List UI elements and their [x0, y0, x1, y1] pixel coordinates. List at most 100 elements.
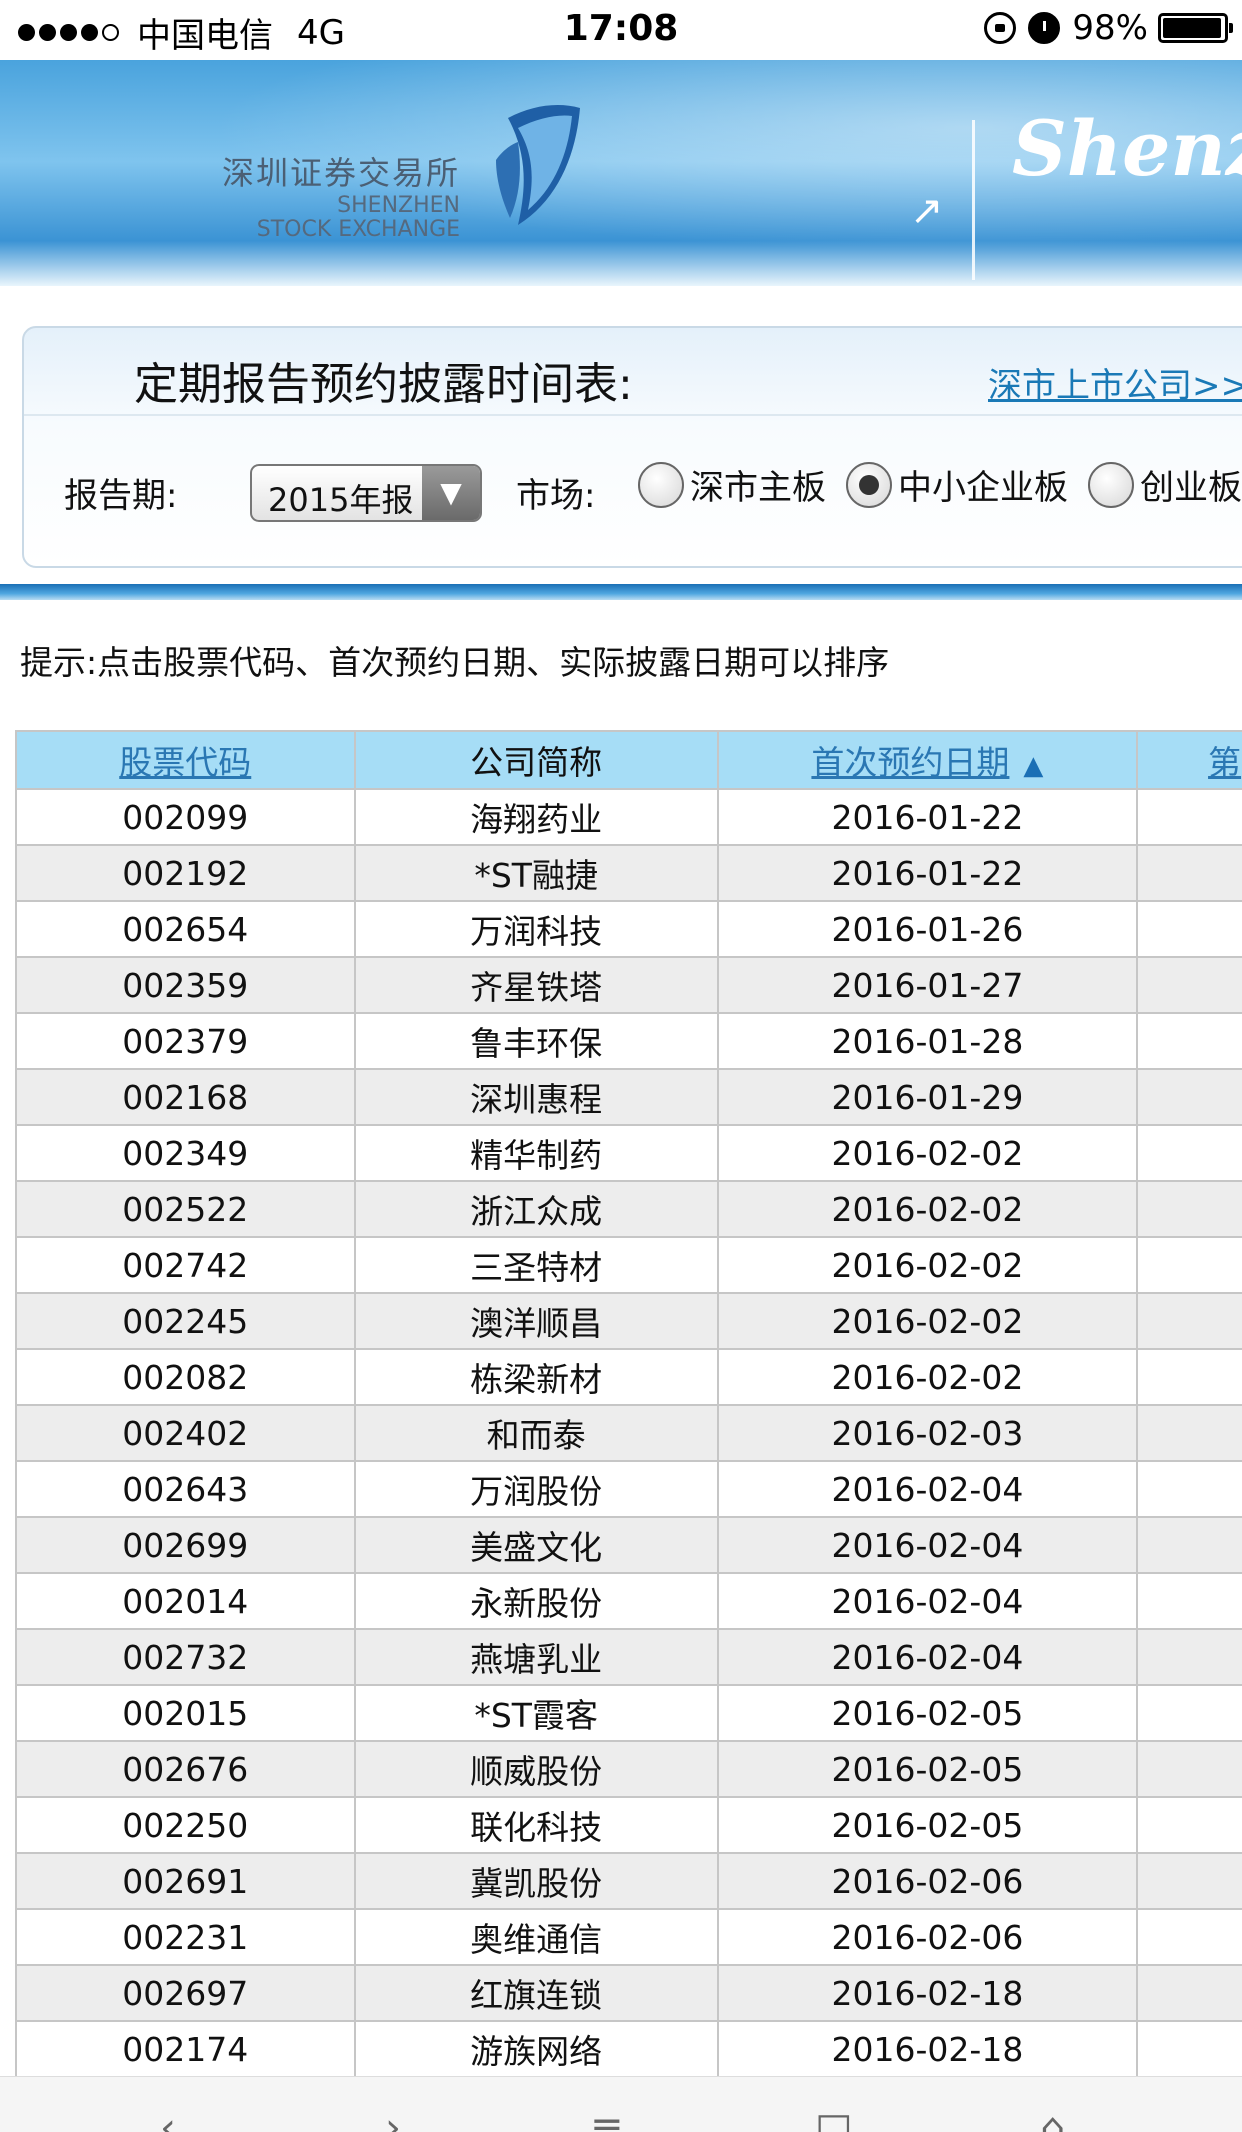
dropdown-arrow-icon[interactable]: ▼ — [422, 466, 480, 520]
listed-companies-link[interactable]: 深市上市公司>>> — [988, 358, 1242, 407]
menu-icon[interactable]: ≡ — [590, 2105, 624, 2132]
first-booking-date-cell: 2016-02-02 — [716, 1348, 1139, 1406]
next-column-cell — [1136, 1572, 1242, 1630]
next-column-cell — [1136, 1180, 1242, 1238]
company-name-cell: 燕塘乳业 — [353, 1628, 719, 1686]
panel-title: 定期报告预约披露时间表: — [134, 359, 633, 410]
table-row[interactable]: 002742 三圣特材 2016-02-02 — [15, 1236, 1242, 1294]
first-booking-date-cell: 2016-01-29 — [716, 1068, 1139, 1126]
radio-chinext-label: 创业板 — [1140, 468, 1242, 508]
company-name-cell: 万润股份 — [353, 1460, 719, 1518]
table-row[interactable]: 002192 *ST融捷 2016-01-22 — [15, 844, 1242, 902]
header-first-booking-date[interactable]: 首次预约日期 ▲ — [716, 730, 1139, 790]
table-row[interactable]: 002697 红旗连锁 2016-02-18 — [15, 1964, 1242, 2022]
forward-icon[interactable]: › — [385, 2105, 401, 2132]
stock-code-cell: 002099 — [15, 788, 356, 846]
battery-percent: 98% — [1072, 8, 1148, 48]
table-row[interactable]: 002359 齐星铁塔 2016-01-27 — [15, 956, 1242, 1014]
next-column-cell — [1136, 1068, 1242, 1126]
table-body: 002099 海翔药业 2016-01-22 002192 *ST融捷 2016-01-2… — [15, 788, 1242, 2078]
banner-title: Shenzh — [1012, 104, 1242, 193]
company-name-cell: 齐星铁塔 — [353, 956, 719, 1014]
table-row[interactable]: 002015 *ST霞客 2016-02-05 — [15, 1684, 1242, 1742]
table-row[interactable]: 002654 万润科技 2016-01-26 — [15, 900, 1242, 958]
next-column-cell — [1136, 1964, 1242, 2022]
stock-code-cell: 002699 — [15, 1516, 356, 1574]
tabs-icon[interactable]: □ — [815, 2105, 853, 2132]
company-name-cell: 栋梁新材 — [353, 1348, 719, 1406]
home-icon[interactable]: ⌂ — [1040, 2105, 1065, 2132]
radio-chinext[interactable]: 创业板 — [1088, 460, 1242, 509]
table-row[interactable]: 002643 万润股份 2016-02-04 — [15, 1460, 1242, 1518]
table-row[interactable]: 002245 澳洋顺昌 2016-02-02 — [15, 1292, 1242, 1350]
back-icon[interactable]: ‹ — [160, 2105, 176, 2132]
stock-code-cell: 002015 — [15, 1684, 356, 1742]
header-stock-code[interactable]: 股票代码 — [15, 730, 356, 790]
stock-code-cell: 002250 — [15, 1796, 356, 1854]
status-bar: 中国电信 4G 17:08 98% — [0, 0, 1242, 60]
header-first-booking-date-label[interactable]: 首次预约日期 — [811, 743, 1009, 782]
table-row[interactable]: 002349 精华制药 2016-02-02 — [15, 1124, 1242, 1182]
table-row[interactable]: 002676 顺威股份 2016-02-05 — [15, 1740, 1242, 1798]
header-next-column[interactable]: 第 — [1136, 730, 1242, 790]
next-column-cell — [1136, 788, 1242, 846]
first-booking-date-cell: 2016-01-26 — [716, 900, 1139, 958]
stock-code-cell: 002349 — [15, 1124, 356, 1182]
table-row[interactable]: 002174 游族网络 2016-02-18 — [15, 2020, 1242, 2078]
stock-code-cell: 002379 — [15, 1012, 356, 1070]
panel-divider — [24, 414, 1242, 416]
table-row[interactable]: 002099 海翔药业 2016-01-22 — [15, 788, 1242, 846]
table-row[interactable]: 002402 和而泰 2016-02-03 — [15, 1404, 1242, 1462]
next-column-cell — [1136, 2020, 1242, 2078]
report-period-label: 报告期: — [64, 476, 178, 516]
company-name-cell: 和而泰 — [353, 1404, 719, 1462]
header-stock-code-label[interactable]: 股票代码 — [119, 743, 251, 782]
first-booking-date-cell: 2016-02-05 — [716, 1684, 1139, 1742]
logo-chinese-name: 深圳证券交易所 — [222, 154, 461, 192]
header-next-column-label[interactable]: 第 — [1208, 743, 1241, 782]
table-row[interactable]: 002732 燕塘乳业 2016-02-04 — [15, 1628, 1242, 1686]
next-column-cell — [1136, 1796, 1242, 1854]
first-booking-date-cell: 2016-02-04 — [716, 1572, 1139, 1630]
first-booking-date-cell: 2016-01-22 — [716, 788, 1139, 846]
table-row[interactable]: 002014 永新股份 2016-02-04 — [15, 1572, 1242, 1630]
next-column-cell — [1136, 1852, 1242, 1910]
company-name-cell: 游族网络 — [353, 2020, 719, 2078]
table-row[interactable]: 002250 联化科技 2016-02-05 — [15, 1796, 1242, 1854]
company-name-cell: 澳洋顺昌 — [353, 1292, 719, 1350]
banner-divider — [972, 120, 975, 280]
company-name-cell: 鲁丰环保 — [353, 1012, 719, 1070]
next-column-cell — [1136, 1628, 1242, 1686]
radio-sme-board-label: 中小企业板 — [898, 468, 1068, 508]
stock-code-cell: 002742 — [15, 1236, 356, 1294]
first-booking-date-cell: 2016-02-18 — [716, 1964, 1139, 2022]
company-name-cell: 美盛文化 — [353, 1516, 719, 1574]
rotation-lock-icon — [984, 12, 1017, 44]
sort-ascending-icon[interactable]: ▲ — [1023, 751, 1043, 781]
report-period-select[interactable]: 2015年报 ▼ — [250, 464, 482, 522]
next-column-cell — [1136, 1460, 1242, 1518]
first-booking-date-cell: 2016-02-02 — [716, 1292, 1139, 1350]
logo-english-line2: STOCK EXCHANGE — [256, 217, 461, 242]
first-booking-date-cell: 2016-02-06 — [716, 1852, 1139, 1910]
company-name-cell: 万润科技 — [353, 900, 719, 958]
table-row[interactable]: 002379 鲁丰环保 2016-01-28 — [15, 1012, 1242, 1070]
table-row[interactable]: 002699 美盛文化 2016-02-04 — [15, 1516, 1242, 1574]
szse-logo[interactable]: 深圳证券交易所 SHENZHEN STOCK EXCHANGE — [222, 148, 460, 242]
table-row[interactable]: 002522 浙江众成 2016-02-02 — [15, 1180, 1242, 1238]
radio-sme-board-circle[interactable] — [846, 461, 892, 508]
company-name-cell: 顺威股份 — [353, 1740, 719, 1798]
arrow-icon: ↗ — [910, 188, 944, 234]
table-row[interactable]: 002168 深圳惠程 2016-01-29 — [15, 1068, 1242, 1126]
table-row[interactable]: 002082 栋梁新材 2016-02-02 — [15, 1348, 1242, 1406]
radio-chinext-circle[interactable] — [1088, 461, 1134, 508]
report-period-value: 2015年报 — [268, 481, 414, 519]
first-booking-date-cell: 2016-02-04 — [716, 1460, 1139, 1518]
radio-main-board[interactable]: 深市主板 — [638, 460, 826, 509]
table-row[interactable]: 002691 冀凯股份 2016-02-06 — [15, 1852, 1242, 1910]
radio-main-board-circle[interactable] — [638, 461, 684, 508]
radio-sme-board[interactable]: 中小企业板 — [846, 460, 1068, 509]
table-row[interactable]: 002231 奥维通信 2016-02-06 — [15, 1908, 1242, 1966]
radio-main-board-label: 深市主板 — [690, 468, 826, 508]
company-name-cell: 红旗连锁 — [353, 1964, 719, 2022]
